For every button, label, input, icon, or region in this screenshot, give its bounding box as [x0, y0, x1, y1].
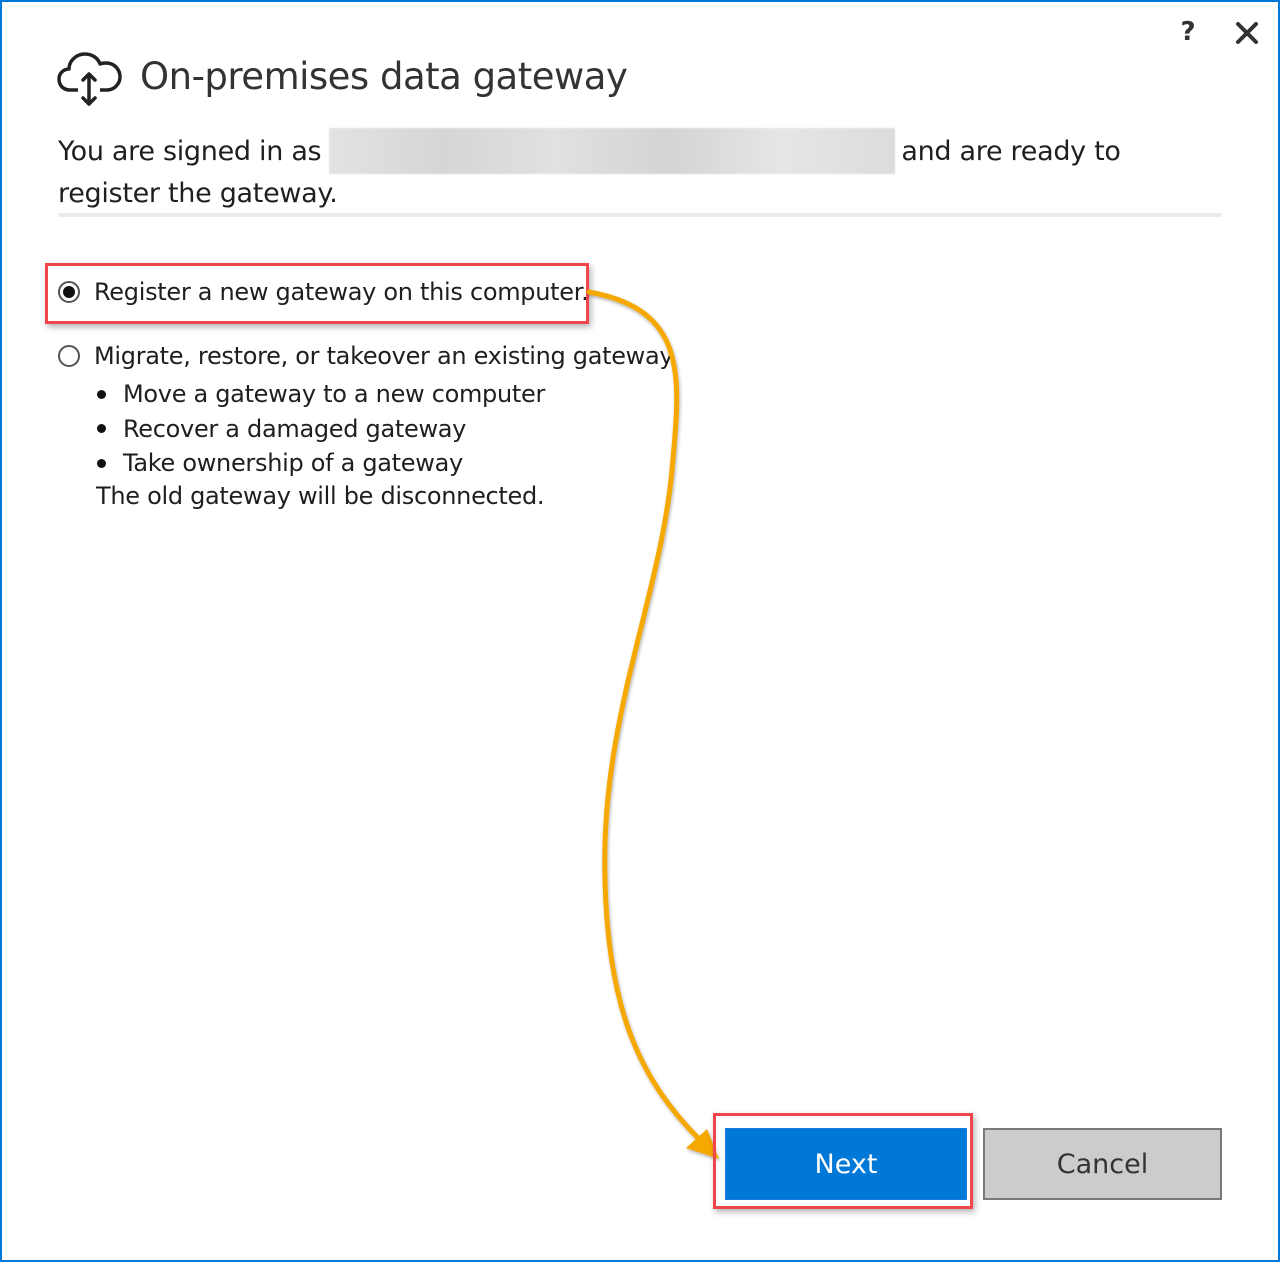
close-button[interactable]: [1232, 16, 1262, 48]
close-icon: [1236, 22, 1258, 44]
dialog-title: On-premises data gateway: [140, 54, 628, 98]
bullet-icon: [97, 424, 106, 434]
disconnect-note: The old gateway will be disconnected.: [96, 482, 545, 510]
radio-migrate[interactable]: [58, 345, 80, 367]
bullet-icon: [97, 389, 106, 399]
next-button[interactable]: Next: [725, 1128, 967, 1200]
list-item: Move a gateway to a new computer: [96, 377, 545, 412]
cloud-upload-download-icon: [57, 52, 122, 106]
signed-in-prefix: You are signed in as: [58, 136, 322, 167]
dialog-header: On-premises data gateway: [56, 44, 628, 108]
list-item-text: Take ownership of a gateway: [123, 449, 463, 477]
signed-in-message: You are signed in as and are ready to reg…: [58, 128, 1222, 214]
highlight-register-option: [45, 263, 589, 324]
header-divider: [58, 213, 1222, 217]
list-item-text: Recover a damaged gateway: [123, 414, 467, 443]
option-migrate-restore-takeover[interactable]: Migrate, restore, or takeover an existin…: [58, 342, 678, 370]
cancel-button[interactable]: Cancel: [983, 1128, 1222, 1200]
option-label: Migrate, restore, or takeover an existin…: [94, 342, 678, 370]
list-item-text: Move a gateway to a new computer: [123, 380, 546, 408]
redacted-account: [329, 128, 896, 174]
help-button[interactable]: ?: [1176, 16, 1200, 48]
migrate-details-list: Move a gateway to a new computer Recover…: [96, 377, 545, 481]
list-item: Recover a damaged gateway: [96, 412, 545, 447]
bullet-icon: [97, 458, 106, 468]
list-item: Take ownership of a gateway: [96, 446, 545, 481]
